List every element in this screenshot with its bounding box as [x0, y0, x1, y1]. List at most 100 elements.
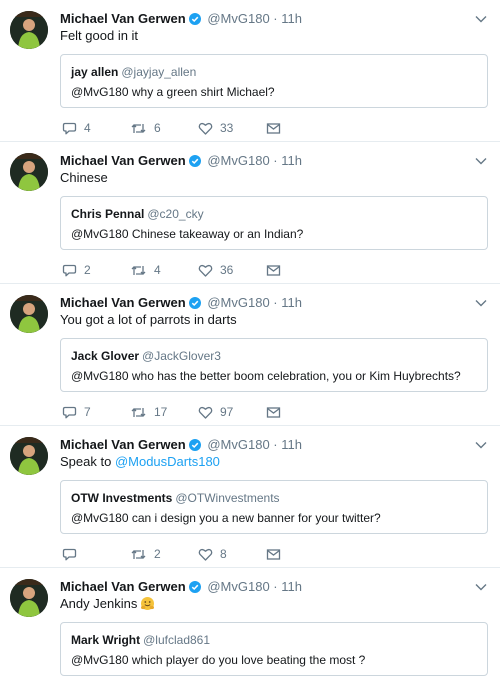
quoted-author-handle: @c20_cky: [147, 207, 204, 221]
heart-icon: [198, 548, 213, 561]
separator-dot: ·: [273, 437, 278, 452]
verified-icon: [188, 580, 201, 598]
chevron-down-icon[interactable]: [474, 438, 488, 452]
reply-icon: [62, 548, 77, 560]
retweet-count: 4: [154, 263, 161, 277]
tweet[interactable]: Michael Van Gerwen @MvG180 · 11h Speak t…: [0, 426, 500, 568]
author-handle[interactable]: @MvG180: [207, 579, 269, 594]
reply-button[interactable]: 7: [62, 402, 91, 422]
tweet-header: Michael Van Gerwen @MvG180 · 11h: [60, 436, 470, 454]
tweet-text: Speak to @ModusDarts180: [60, 454, 220, 469]
direct-message-button[interactable]: [266, 118, 281, 138]
timestamp[interactable]: 11h: [281, 437, 302, 452]
reply-count: 4: [84, 121, 91, 135]
heart-icon: [198, 406, 213, 419]
like-button[interactable]: 8: [198, 544, 227, 564]
retweet-button[interactable]: 17: [130, 402, 167, 422]
reply-button[interactable]: 2: [62, 260, 91, 280]
author-handle[interactable]: @MvG180: [207, 295, 269, 310]
timestamp[interactable]: 11h: [281, 153, 302, 168]
retweet-count: 17: [154, 405, 168, 419]
reply-icon: [62, 406, 77, 418]
tweet-text: Felt good in it: [60, 28, 139, 43]
tweet-header: Michael Van Gerwen @MvG180 · 11h: [60, 294, 470, 312]
timestamp[interactable]: 11h: [281, 295, 302, 310]
tweet-text: Andy Jenkins: [60, 595, 155, 615]
envelope-icon: [266, 548, 281, 560]
quoted-author-handle: @jayjay_allen: [121, 65, 197, 79]
quoted-tweet[interactable]: jay allen @jayjay_allen @MvG180 why a gre…: [60, 54, 488, 108]
quoted-tweet[interactable]: OTW Investments @OTWinvestments @MvG180 c…: [60, 480, 488, 534]
separator-dot: ·: [273, 11, 278, 26]
heart-icon: [198, 264, 213, 277]
envelope-icon: [266, 122, 281, 134]
author-handle[interactable]: @MvG180: [207, 437, 269, 452]
tweet-header: Michael Van Gerwen @MvG180 · 11h: [60, 152, 470, 170]
author-handle[interactable]: @MvG180: [207, 11, 269, 26]
tweet-text: You got a lot of parrots in darts: [60, 312, 237, 327]
direct-message-button[interactable]: [266, 402, 281, 422]
quoted-tweet-text: @MvG180 why a green shirt Michael?: [71, 85, 275, 99]
quoted-author-handle: @JackGlover3: [142, 349, 221, 363]
direct-message-button[interactable]: [266, 260, 281, 280]
mention-link[interactable]: @ModusDarts180: [115, 454, 220, 469]
author-name[interactable]: Michael Van Gerwen: [60, 11, 186, 26]
retweet-button[interactable]: 2: [130, 544, 161, 564]
quoted-author-name: Mark Wright: [71, 633, 141, 647]
tweet-actions: 2 4 36: [60, 260, 300, 280]
chevron-down-icon[interactable]: [474, 154, 488, 168]
quoted-tweet-text: @MvG180 which player do you love beating…: [71, 653, 366, 667]
tweet[interactable]: Michael Van Gerwen @MvG180 · 11h Felt go…: [0, 0, 500, 142]
quoted-tweet-text: @MvG180 Chinese takeaway or an Indian?: [71, 227, 304, 241]
chevron-down-icon[interactable]: [474, 580, 488, 594]
separator-dot: ·: [273, 295, 278, 310]
tweet-actions: 4 6 33: [60, 118, 300, 138]
retweet-icon: [131, 265, 146, 275]
retweet-button[interactable]: 6: [130, 118, 161, 138]
author-name[interactable]: Michael Van Gerwen: [60, 437, 186, 452]
tweet[interactable]: Michael Van Gerwen @MvG180 · 11h Andy Je…: [0, 568, 500, 678]
timestamp[interactable]: 11h: [281, 579, 302, 594]
quoted-tweet[interactable]: Mark Wright @lufclad861 @MvG180 which pla…: [60, 622, 488, 676]
tweet[interactable]: Michael Van Gerwen @MvG180 · 11h Chinese…: [0, 142, 500, 284]
timestamp[interactable]: 11h: [281, 11, 302, 26]
like-count: 36: [220, 263, 234, 277]
avatar[interactable]: [10, 579, 48, 617]
tweet-actions: 2 8: [60, 544, 300, 564]
direct-message-button[interactable]: [266, 544, 281, 564]
quoted-author-handle: @OTWinvestments: [175, 491, 280, 505]
like-count: 8: [220, 547, 227, 561]
quoted-author-handle: @lufclad861: [143, 633, 211, 647]
quoted-tweet-text: @MvG180 can i design you a new banner fo…: [71, 511, 381, 525]
separator-dot: ·: [273, 579, 278, 594]
verified-icon: [188, 154, 201, 172]
like-count: 97: [220, 405, 234, 419]
tweet-text: Chinese: [60, 170, 108, 185]
tweet-feed: Michael Van Gerwen @MvG180 · 11h Felt go…: [0, 0, 500, 678]
avatar[interactable]: [10, 295, 48, 333]
avatar[interactable]: [10, 437, 48, 475]
envelope-icon: [266, 264, 281, 276]
author-name[interactable]: Michael Van Gerwen: [60, 153, 186, 168]
reply-button[interactable]: [62, 544, 84, 564]
retweet-count: 2: [154, 547, 161, 561]
like-button[interactable]: 33: [198, 118, 233, 138]
quoted-tweet[interactable]: Chris Pennal @c20_cky @MvG180 Chinese tak…: [60, 196, 488, 250]
avatar[interactable]: [10, 153, 48, 191]
tweet[interactable]: Michael Van Gerwen @MvG180 · 11h You got…: [0, 284, 500, 426]
author-name[interactable]: Michael Van Gerwen: [60, 295, 186, 310]
like-button[interactable]: 97: [198, 402, 233, 422]
chevron-down-icon[interactable]: [474, 296, 488, 310]
author-handle[interactable]: @MvG180: [207, 153, 269, 168]
reply-icon: [62, 264, 77, 276]
avatar[interactable]: [10, 11, 48, 49]
retweet-icon: [131, 549, 146, 559]
chevron-down-icon[interactable]: [474, 12, 488, 26]
reply-button[interactable]: 4: [62, 118, 91, 138]
retweet-count: 6: [154, 121, 161, 135]
retweet-button[interactable]: 4: [130, 260, 161, 280]
like-button[interactable]: 36: [198, 260, 233, 280]
author-name[interactable]: Michael Van Gerwen: [60, 579, 186, 594]
quoted-tweet[interactable]: Jack Glover @JackGlover3 @MvG180 who has …: [60, 338, 488, 392]
verified-icon: [188, 12, 201, 30]
